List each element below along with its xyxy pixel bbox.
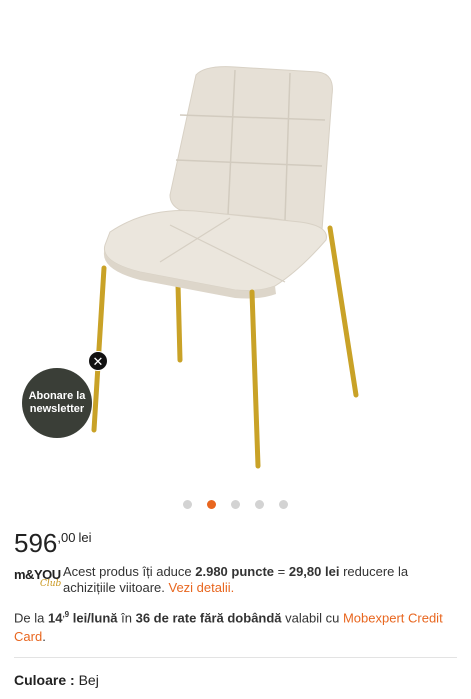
- newsletter-badge[interactable]: Abonare la newsletter: [22, 368, 92, 438]
- price-cents: ,00: [57, 530, 76, 545]
- color-selector[interactable]: Culoare : Bej: [14, 672, 99, 688]
- color-value: Bej: [78, 672, 99, 688]
- points-value: 2.980 puncte: [195, 564, 275, 579]
- loyalty-club-logo: m&YOU Club: [14, 566, 62, 592]
- points-equals: =: [274, 564, 289, 579]
- close-icon[interactable]: ✕: [88, 351, 108, 371]
- installments-suffix: valabil cu: [281, 610, 343, 626]
- gallery-dot-active[interactable]: [207, 500, 216, 509]
- installments-middle: în: [117, 610, 136, 626]
- color-label: Culoare :: [14, 672, 75, 688]
- gallery-pagination: [0, 500, 471, 509]
- gallery-dot[interactable]: [279, 500, 288, 509]
- gallery-dot[interactable]: [255, 500, 264, 509]
- installment-count: 36 de rate fără dobândă: [135, 610, 282, 626]
- gallery-dot[interactable]: [231, 500, 240, 509]
- details-link[interactable]: Vezi detalii.: [169, 580, 235, 595]
- divider: [14, 657, 457, 658]
- product-price: 596 ,00 lei: [14, 528, 91, 559]
- loyalty-logo-sub: Club: [40, 579, 62, 589]
- installments-text: De la 14,9 lei/lună în 36 de rate fără d…: [14, 605, 454, 646]
- points-amount: 29,80 lei: [288, 564, 340, 579]
- price-currency: lei: [78, 530, 92, 545]
- gallery-dot[interactable]: [183, 500, 192, 509]
- newsletter-label: Abonare la newsletter: [28, 390, 86, 415]
- installments-end: .: [42, 629, 46, 645]
- installment-amount: 14: [47, 610, 63, 626]
- installments-prefix: De la: [14, 610, 48, 626]
- price-integer: 596: [14, 528, 58, 558]
- installment-per-month: lei/lună: [69, 610, 118, 626]
- loyalty-points-text: Acest produs îți aduce 2.980 puncte = 29…: [63, 564, 463, 596]
- points-prefix: Acest produs îți aduce: [63, 564, 196, 579]
